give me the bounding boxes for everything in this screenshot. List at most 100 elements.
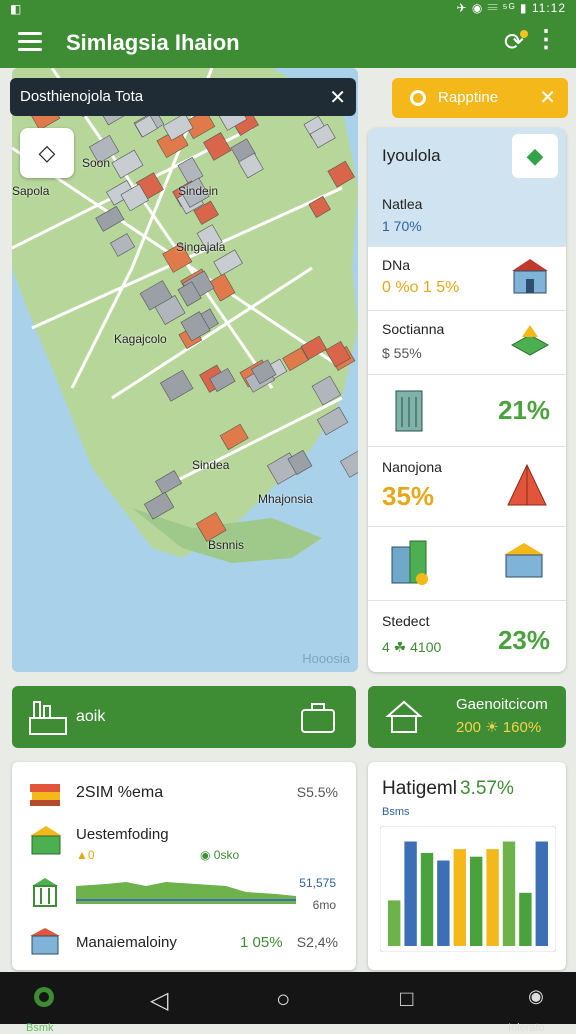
app-icon <box>34 987 54 1007</box>
close-icon[interactable]: ✕ <box>539 85 556 110</box>
menu-icon[interactable] <box>18 32 42 52</box>
list-item[interactable]: Soctianna $ 55% <box>368 310 566 374</box>
bank-icon <box>32 878 58 907</box>
nav-right[interactable]: ◉ Inlerato <box>508 986 564 1034</box>
chart-card: Hatigeml 3.57% Bsms <box>368 762 566 970</box>
item-name: DNa <box>382 257 411 273</box>
item-name: Nanojona <box>382 459 442 475</box>
action-button-left[interactable]: aoik <box>12 686 356 748</box>
status-left: ◧ <box>10 2 22 16</box>
list-item[interactable]: Manaiemaloiny 1 05% S2,4% <box>12 922 356 966</box>
factory-icon <box>29 701 67 735</box>
house-icon <box>30 928 60 955</box>
item-right: 51,575 <box>299 876 336 890</box>
nav-home[interactable]: Bsmk <box>24 986 64 1034</box>
button-title: Gaenoitcicom <box>456 696 548 713</box>
chart-bar <box>486 849 499 946</box>
list-item[interactable]: 2SIM %ema S5.5% <box>12 770 356 818</box>
map-label: Kagajcolo <box>114 332 167 346</box>
status-right: ✈ ◉ 𝄘 ⁵ᴳ ▮ 11:12 <box>456 1 566 15</box>
recents-icon[interactable]: □ <box>400 986 413 1012</box>
chart-bar <box>453 849 466 946</box>
item-name: 2SIM %ema <box>76 784 164 801</box>
item-value: 0 %o 1 5% <box>382 279 460 296</box>
item-name: Soctianna <box>382 321 445 337</box>
briefcase-icon <box>301 703 335 733</box>
search-text[interactable]: Dosthienojola Tota <box>20 88 143 105</box>
item-right: S2,4% <box>296 934 338 950</box>
nav-bar: Bsmk ◁ ○ □ ◉ Inlerato <box>0 972 576 1034</box>
list-item[interactable]: 51,575 6mo <box>12 870 356 920</box>
app-title: Simlagsia Ihaion <box>66 30 240 55</box>
list-item[interactable]: Nanojona 35% <box>368 446 566 526</box>
item-name: Stedect <box>382 613 430 629</box>
chart-bar <box>519 892 532 946</box>
item-value: 21% <box>497 395 550 425</box>
map-label: Bsnnis <box>208 538 245 552</box>
chart-bar <box>502 841 516 946</box>
back-icon[interactable]: ◁ <box>150 986 168 1015</box>
list-item[interactable]: Uestemfoding ▲0 ◉ 0sko <box>12 820 356 868</box>
button-value: 200 ☀ 160% <box>456 719 542 736</box>
chip-label: Rapptine <box>438 89 499 106</box>
more-options-icon[interactable]: ⋮ <box>534 28 558 52</box>
item-name: Uestemfoding <box>76 826 169 843</box>
list-item[interactable]: Stedect 4 ☘ 4100 23% <box>368 600 566 672</box>
target-icon: ◉ <box>528 986 544 1006</box>
item-value: 35% <box>382 481 435 511</box>
status-bar: ◧ ✈ ◉ 𝄘 ⁵ᴳ ▮ 11:12 <box>0 0 576 18</box>
list-item[interactable]: 21% <box>368 374 566 446</box>
list-item[interactable]: DNa 0 %o 1 5% <box>368 246 566 310</box>
bar-chart <box>380 826 556 952</box>
circle-icon <box>410 90 426 106</box>
map-label: Singajala <box>176 240 226 254</box>
map-building <box>339 449 358 478</box>
item-value: 4 ☘ 4100 <box>382 639 442 655</box>
sparkline <box>76 882 296 904</box>
item-value: $ 55% <box>382 345 422 361</box>
refresh-icon[interactable]: ⟳ <box>504 28 528 57</box>
map-label: Sapola <box>12 184 50 198</box>
tower-icon <box>395 390 423 432</box>
map-label: Sindein <box>178 184 219 198</box>
chart-bar <box>437 860 450 946</box>
search-bar[interactable]: Dosthienojola Tota ✕ <box>10 78 356 116</box>
community-icon <box>385 700 423 733</box>
chart-value: 3.57% <box>460 778 514 799</box>
list-item[interactable] <box>368 526 566 600</box>
chart-bar <box>420 852 434 946</box>
item-sub: ▲0 <box>76 848 95 862</box>
chart-subtitle: Bsms <box>382 806 410 818</box>
chart-bar <box>388 900 401 946</box>
button-label: aoik <box>76 708 106 725</box>
item-sub: ◉ 0sko <box>200 848 240 862</box>
item-extra: 23% <box>497 625 550 655</box>
house-icon <box>512 259 548 294</box>
shop-icon <box>504 543 544 578</box>
item-right: S5.5% <box>296 784 338 800</box>
panel-title: Iyoulola <box>382 146 441 165</box>
chart-bar <box>535 841 548 946</box>
map-label: Mhajonsia <box>258 492 313 506</box>
item-value: 1 05% <box>240 934 283 951</box>
tent-icon <box>507 463 547 506</box>
house-icon <box>30 826 62 855</box>
home-icon[interactable]: ○ <box>276 986 291 1014</box>
map-label: Soon <box>82 156 111 170</box>
gem-icon[interactable]: ◆ <box>512 134 558 178</box>
map-label: Sindea <box>192 458 230 472</box>
stats-panel: Iyoulola ◆ Natlea 1 70% DNa 0 %o 1 5% So… <box>368 128 566 672</box>
header-name: Natlea <box>382 196 423 212</box>
rapptine-chip[interactable]: Rapptine ✕ <box>392 78 568 118</box>
close-icon[interactable]: ✕ <box>329 85 346 110</box>
app-bar: Simlagsia Ihaion ⟳ ⋮ <box>0 18 576 68</box>
summary-list: 2SIM %ema S5.5% Uestemfoding ▲0 ◉ 0sko 5… <box>12 762 356 970</box>
header-value: 1 70% <box>382 218 422 234</box>
chart-title: Hatigeml <box>382 778 457 799</box>
compass-icon[interactable]: ◇ <box>20 128 74 178</box>
action-button-right[interactable]: Gaenoitcicom 200 ☀ 160% <box>368 686 566 748</box>
field-icon <box>510 325 550 356</box>
map-attribution: Hooosia <box>302 651 350 666</box>
item-name: Manaiemaloiny <box>76 934 177 951</box>
panel-header: Iyoulola ◆ Natlea 1 70% <box>368 128 566 246</box>
